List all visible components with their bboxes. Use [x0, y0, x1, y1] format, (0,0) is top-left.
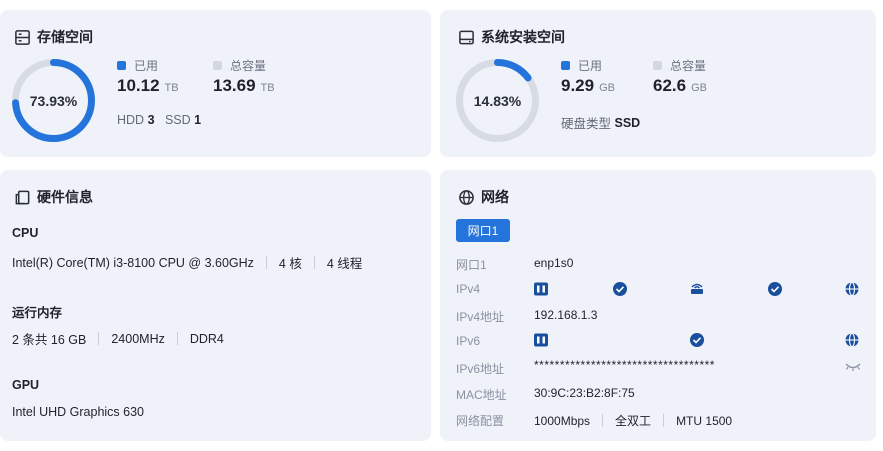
total-swatch [653, 61, 662, 70]
memory-type: DDR4 [189, 331, 224, 346]
memory-heading: 运行内存 [12, 306, 63, 320]
memory-details: 2 条共 16 GB 2400MHz DDR4 [12, 329, 224, 348]
hard-drive-icon [459, 30, 474, 44]
ipv4-address-label: IPv4地址 [456, 310, 505, 324]
globe-icon [459, 189, 474, 205]
storage-percent: 73.93% [29, 92, 78, 109]
router-icon [691, 283, 703, 294]
system-disk-type: 硬盘类型 SSD [561, 113, 640, 132]
hardware-icon [15, 190, 30, 204]
cpu-cores: 4 核 [278, 257, 302, 271]
storage-used-number: 10.12 [117, 76, 160, 95]
mtu-value: MTU 1500 [676, 413, 733, 428]
memory-size: 2 条共 16 GB [12, 333, 87, 347]
gpu-model: Intel UHD Graphics 630 [12, 405, 145, 419]
device-icon [534, 282, 548, 296]
storage-total-legend: 总容量 [213, 57, 266, 74]
divider [265, 256, 267, 269]
ipv6-check-icon [690, 333, 704, 347]
storage-used-value: 10.12 TB [117, 76, 179, 96]
used-swatch [117, 61, 126, 70]
network-config-label: 网络配置 [456, 414, 505, 428]
tab-port-1[interactable]: 网口1 [456, 219, 510, 242]
system-donut: 14.83% [455, 58, 540, 143]
port-label: 网口1 [456, 258, 487, 272]
cpu-details: Intel(R) Core(TM) i3-8100 CPU @ 3.60GHz … [12, 253, 362, 272]
link-speed: 1000Mbps [534, 413, 591, 428]
system-used-value: 9.29 GB [561, 76, 615, 96]
port-value: enp1s0 [534, 256, 574, 270]
cpu-threads: 4 线程 [326, 257, 363, 271]
system-storage-card-title: 系统安装空间 [458, 27, 565, 47]
total-swatch [213, 61, 222, 70]
ipv6-label: IPv6 [456, 334, 481, 348]
mac-label: MAC地址 [456, 388, 507, 402]
hardware-card [0, 170, 431, 441]
divider [602, 414, 604, 427]
hardware-title: 硬件信息 [37, 189, 93, 205]
used-swatch [561, 61, 570, 70]
storage-total-label: 总容量 [230, 59, 267, 73]
disk-type-value: SSD [614, 115, 641, 130]
divider [98, 332, 100, 345]
network-card-title: 网络 [458, 187, 509, 207]
storage-title: 存储空间 [37, 29, 93, 45]
system-used-unit: GB [599, 82, 615, 94]
ssd-label: SSD [164, 113, 191, 127]
divider [176, 332, 178, 345]
storage-total-number: 13.69 [213, 76, 256, 95]
system-total-value: 62.6 GB [653, 76, 707, 96]
divider [663, 414, 665, 427]
ipv4-connection-chain [534, 281, 859, 297]
cpu-model: Intel(R) Core(TM) i3-8100 CPU @ 3.60GHz [12, 255, 254, 270]
memory-speed: 2400MHz [111, 331, 165, 346]
hardware-card-title: 硬件信息 [14, 187, 93, 207]
disk-type-label: 硬盘类型 [561, 117, 612, 131]
system-used-label: 已用 [578, 59, 603, 73]
storage-used-legend: 已用 [117, 57, 158, 74]
hdd-count: 3 [147, 113, 155, 127]
system-used-number: 9.29 [561, 76, 595, 95]
ipv6-connection-chain [534, 332, 859, 348]
storage-used-unit: TB [164, 82, 179, 94]
ipv4-label: IPv4 [456, 282, 481, 296]
ipv4-check-icon [613, 282, 627, 296]
system-storage-title: 系统安装空间 [481, 29, 565, 45]
network-title: 网络 [481, 189, 509, 205]
storage-used-label: 已用 [134, 59, 159, 73]
storage-card-title: 存储空间 [14, 27, 93, 47]
device-icon [534, 333, 548, 347]
storage-total-value: 13.69 TB [213, 76, 275, 96]
ipv4-address-value: 192.168.1.3 [534, 308, 598, 322]
storage-donut: 73.93% [11, 58, 96, 143]
internet-icon [845, 281, 859, 297]
cpu-heading: CPU [12, 226, 39, 240]
internet-icon [845, 332, 859, 348]
ipv6-address-value: *********************************** [534, 358, 715, 372]
eye-closed-icon[interactable] [845, 362, 861, 372]
network-config-value: 1000Mbps 全双工 MTU 1500 [534, 412, 732, 429]
ssd-count: 1 [194, 113, 202, 127]
storage-icon [15, 29, 30, 45]
storage-disk-counts: HDD 3 SSD 1 [117, 113, 201, 127]
gpu-heading: GPU [12, 378, 40, 392]
storage-total-unit: TB [260, 82, 275, 94]
system-total-label: 总容量 [670, 59, 707, 73]
system-total-number: 62.6 [653, 76, 687, 95]
system-total-legend: 总容量 [653, 57, 706, 74]
system-total-unit: GB [691, 82, 707, 94]
system-percent: 14.83% [473, 92, 522, 109]
duplex-mode: 全双工 [615, 414, 652, 428]
divider [313, 256, 315, 269]
ipv6-address-label: IPv6地址 [456, 362, 505, 376]
system-used-legend: 已用 [561, 57, 602, 74]
mac-value: 30:9C:23:B2:8F:75 [534, 386, 635, 400]
hdd-label: HDD [117, 113, 145, 127]
ipv4-internet-check-icon [768, 282, 782, 296]
